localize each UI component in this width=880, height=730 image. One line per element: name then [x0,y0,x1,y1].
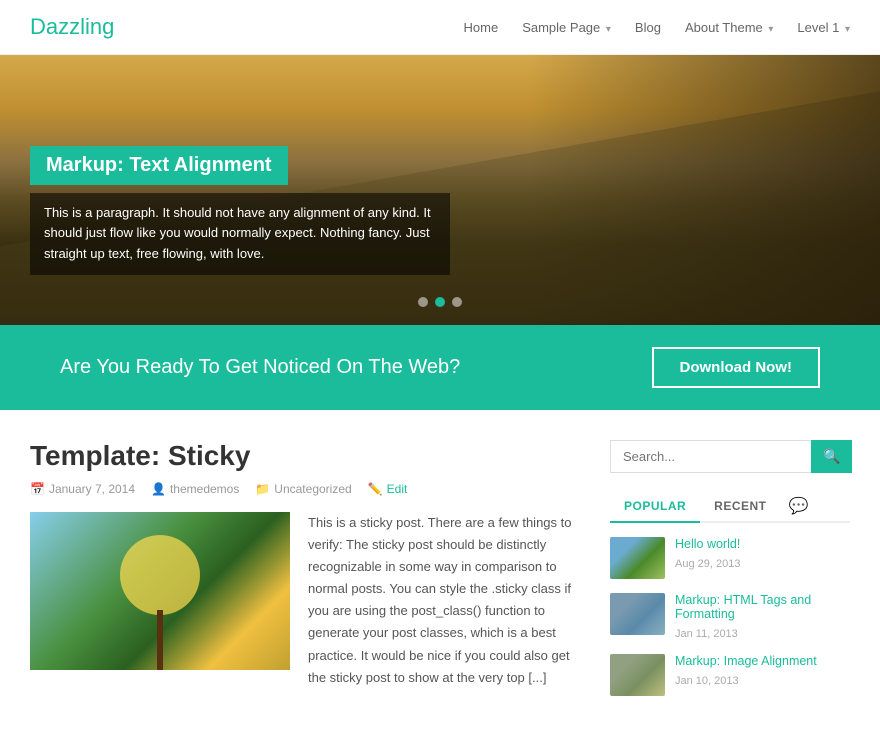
slider-dots [418,297,462,307]
dot-3[interactable] [452,297,462,307]
sidebar-post-info-2: Markup: HTML Tags and Formatting Jan 11,… [675,593,850,640]
post-body: This is a sticky post. There are a few t… [30,512,580,689]
search-icon: 🔍 [823,448,840,464]
post-edit[interactable]: ✏️ Edit [368,482,408,496]
post-excerpt: This is a sticky post. There are a few t… [308,512,580,689]
comment-icon[interactable]: 💬 [789,496,809,516]
sidebar-posts-list: Hello world! Aug 29, 2013 Markup: HTML T… [610,537,850,696]
tab-recent[interactable]: RECENT [700,491,780,521]
hero-overlay [528,55,880,325]
sidebar-post-title-3[interactable]: Markup: Image Alignment [675,654,850,668]
search-input[interactable] [610,440,811,473]
sidebar-post-info-3: Markup: Image Alignment Jan 10, 2013 [675,654,850,687]
nav-link-about[interactable]: About Theme ▾ [685,20,773,35]
dot-1[interactable] [418,297,428,307]
cta-banner: Are You Ready To Get Noticed On The Web?… [0,325,880,410]
main-nav: Home Sample Page ▾ Blog About Theme ▾ Le… [464,19,850,35]
chevron-down-icon: ▾ [606,24,611,35]
chevron-down-icon: ▾ [845,24,850,35]
hero-caption: Markup: Text Alignment This is a paragra… [30,146,450,275]
sidebar-post-info-1: Hello world! Aug 29, 2013 [675,537,850,570]
slide-text: This is a paragraph. It should not have … [30,193,450,275]
sidebar-thumb-2 [610,593,665,635]
sidebar-thumb-3 [610,654,665,696]
nav-link-home[interactable]: Home [464,20,499,35]
search-button[interactable]: 🔍 [811,440,852,473]
tab-popular[interactable]: POPULAR [610,491,700,523]
post-thumbnail [30,512,290,670]
post-title: Template: Sticky [30,440,580,472]
post-thumbnail-image [30,512,290,670]
calendar-icon: 📅 [30,482,45,496]
nav-item-sample[interactable]: Sample Page ▾ [522,19,611,35]
sidebar-post-title-1[interactable]: Hello world! [675,537,850,551]
cta-text: Are You Ready To Get Noticed On The Web? [60,356,460,379]
nav-item-home[interactable]: Home [464,19,499,35]
post-meta: 📅 January 7, 2014 👤 themedemos 📁 Uncateg… [30,482,580,496]
edit-link[interactable]: Edit [387,482,408,496]
sidebar-post-3: Markup: Image Alignment Jan 10, 2013 [610,654,850,696]
dot-2[interactable] [435,297,445,307]
user-icon: 👤 [151,482,166,496]
edit-icon: ✏️ [368,482,383,496]
sidebar-thumbnail-image-3 [610,654,665,696]
nav-item-blog[interactable]: Blog [635,19,661,35]
post-date: 📅 January 7, 2014 [30,482,135,496]
sidebar-thumb-1 [610,537,665,579]
sidebar-thumbnail-image-2 [610,593,665,635]
nav-menu: Home Sample Page ▾ Blog About Theme ▾ Le… [464,19,850,35]
chevron-down-icon: ▾ [768,24,773,35]
sidebar-tabs: POPULAR RECENT 💬 [610,491,850,523]
site-logo[interactable]: Dazzling [30,14,114,40]
nav-link-sample[interactable]: Sample Page ▾ [522,20,611,35]
folder-icon: 📁 [255,482,270,496]
sidebar: 🔍 POPULAR RECENT 💬 Hello world! Aug 29, … [610,440,850,710]
sidebar-post-date-3: Jan 10, 2013 [675,675,739,687]
post-author: 👤 themedemos [151,482,239,496]
slide-title: Markup: Text Alignment [30,146,288,185]
site-header: Dazzling Home Sample Page ▾ Blog About T… [0,0,880,55]
sidebar-post-2: Markup: HTML Tags and Formatting Jan 11,… [610,593,850,640]
sidebar-post-title-2[interactable]: Markup: HTML Tags and Formatting [675,593,850,621]
sidebar-post-1: Hello world! Aug 29, 2013 [610,537,850,579]
sidebar-post-date-2: Jan 11, 2013 [675,628,738,640]
hero-slider: Markup: Text Alignment This is a paragra… [0,55,880,325]
post-article: Template: Sticky 📅 January 7, 2014 👤 the… [30,440,580,689]
main-content: Template: Sticky 📅 January 7, 2014 👤 the… [0,410,880,730]
search-bar: 🔍 [610,440,850,473]
nav-item-about[interactable]: About Theme ▾ [685,19,773,35]
nav-link-level1[interactable]: Level 1 ▾ [797,20,850,35]
content-area: Template: Sticky 📅 January 7, 2014 👤 the… [30,440,580,710]
nav-item-level1[interactable]: Level 1 ▾ [797,19,850,35]
post-category: 📁 Uncategorized [255,482,351,496]
nav-link-blog[interactable]: Blog [635,20,661,35]
sidebar-post-date-1: Aug 29, 2013 [675,558,740,570]
sidebar-thumbnail-image-1 [610,537,665,579]
download-now-button[interactable]: Download Now! [652,347,821,388]
